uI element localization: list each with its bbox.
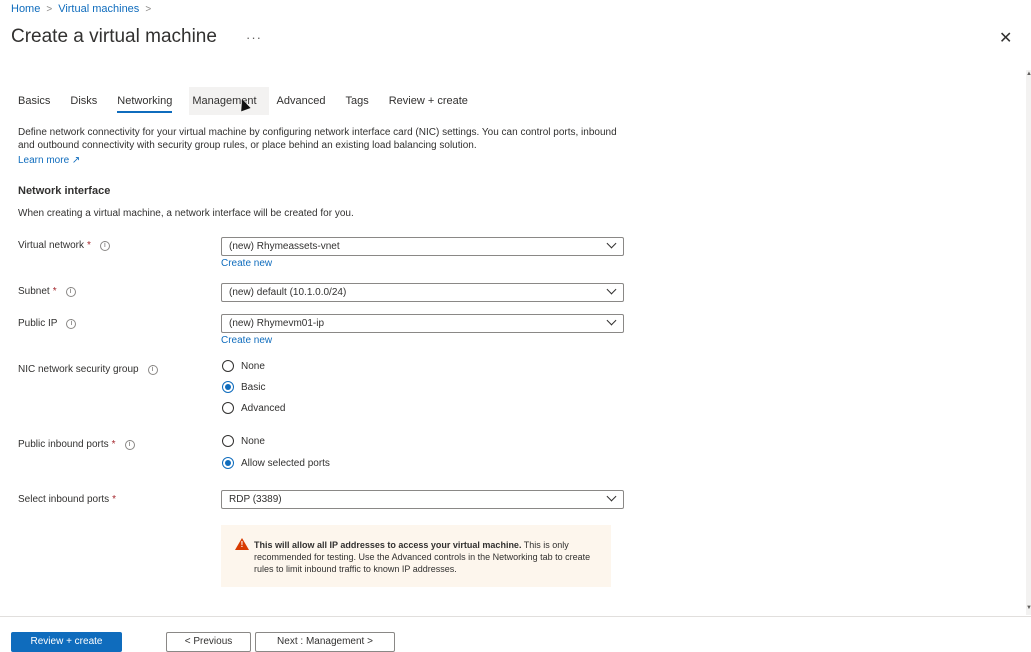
breadcrumb-separator: > [46,3,53,15]
info-icon[interactable]: i [66,318,77,329]
required-marker: * [52,286,57,297]
public-ip-select[interactable]: (new) Rhymevm01-ip [221,314,624,333]
chevron-down-icon [606,284,617,295]
required-marker: * [112,494,117,505]
select-inbound-ports-label-text: Select inbound ports [18,494,110,505]
tab-tags[interactable]: Tags [345,95,368,113]
inbound-option-allow-selected[interactable]: Allow selected ports [222,457,330,469]
more-options-icon[interactable]: ··· [246,30,262,45]
footer-divider [0,616,1031,617]
radio-label: None [241,435,265,447]
radio-circle[interactable] [222,457,234,469]
previous-button[interactable]: < Previous [166,632,251,652]
create-new-public-ip-link[interactable]: Create new [221,335,272,346]
nsg-option-advanced[interactable]: Advanced [222,402,285,414]
nic-nsg-label-text: NIC network security group [18,364,139,375]
tab-review-create[interactable]: Review + create [389,95,468,113]
info-icon[interactable]: i [99,240,110,251]
virtual-network-value: (new) Rhymeassets-vnet [229,241,340,252]
tab-networking[interactable]: Networking [117,95,173,113]
subnet-select[interactable]: (new) default (10.1.0.0/24) [221,283,624,302]
radio-label: Allow selected ports [241,457,330,469]
public-ip-label-text: Public IP [18,318,58,329]
inbound-ports-select[interactable]: RDP (3389) [221,490,624,509]
warning-bold-text: This will allow all IP addresses to acce… [254,540,522,550]
breadcrumb: Home > Virtual machines > [11,3,151,15]
public-inbound-ports-label: Public inbound ports * i [18,439,135,450]
radio-circle[interactable] [222,360,234,372]
external-link-icon: ↗ [71,155,81,166]
breadcrumb-virtual-machines[interactable]: Virtual machines [58,3,139,15]
network-interface-description: When creating a virtual machine, a netwo… [18,208,354,219]
public-ip-label: Public IP i [18,318,77,329]
tab-disks[interactable]: Disks [70,95,97,113]
virtual-network-select[interactable]: (new) Rhymeassets-vnet [221,237,624,256]
scroll-up-icon[interactable]: ▲ [1026,71,1031,77]
review-create-button[interactable]: Review + create [11,632,122,652]
tab-bar: Basics Disks Networking Management Advan… [18,95,488,113]
breadcrumb-home[interactable]: Home [11,3,40,15]
required-marker: * [111,439,116,450]
learn-more-label[interactable]: Learn more [18,155,69,166]
chevron-down-icon [606,315,617,326]
radio-label: Basic [241,381,266,393]
networking-description: Define network connectivity for your vir… [18,127,617,151]
virtual-network-label: Virtual network * i [18,240,110,251]
subnet-value: (new) default (10.1.0.0/24) [229,287,347,298]
subnet-label-text: Subnet [18,286,50,297]
close-icon[interactable]: ✕ [999,28,1012,48]
radio-circle[interactable] [222,402,234,414]
scrollbar[interactable] [1026,70,1031,615]
nsg-option-none[interactable]: None [222,360,265,372]
tab-basics[interactable]: Basics [18,95,50,113]
info-icon[interactable]: i [124,439,135,450]
page-title: Create a virtual machine [11,26,217,47]
public-inbound-ports-label-text: Public inbound ports [18,439,109,450]
warning-text: This will allow all IP addresses to acce… [254,539,604,575]
learn-more-link[interactable]: Learn more ↗ [18,155,80,166]
chevron-down-icon [606,238,617,249]
subnet-label: Subnet * i [18,286,76,297]
radio-circle[interactable] [222,435,234,447]
required-marker: * [86,240,91,251]
warning-exclamation: ! [240,540,244,549]
info-icon[interactable]: i [147,364,158,375]
tab-advanced[interactable]: Advanced [277,95,326,113]
inbound-option-none[interactable]: None [222,435,265,447]
info-icon[interactable]: i [65,286,76,297]
next-management-button[interactable]: Next : Management > [255,632,395,652]
scroll-down-icon[interactable]: ▼ [1026,605,1031,611]
radio-label: None [241,360,265,372]
radio-label: Advanced [241,402,286,414]
nic-nsg-label: NIC network security group i [18,364,158,375]
nsg-option-basic[interactable]: Basic [222,381,265,393]
radio-circle[interactable] [222,381,234,393]
network-interface-heading: Network interface [18,185,111,197]
virtual-network-label-text: Virtual network [18,240,84,251]
public-ip-value: (new) Rhymevm01-ip [229,318,325,329]
chevron-down-icon [606,491,617,502]
select-inbound-ports-label: Select inbound ports * [18,494,116,505]
create-new-vnet-link[interactable]: Create new [221,258,272,269]
breadcrumb-separator: > [145,3,152,15]
inbound-ports-value: RDP (3389) [229,494,282,505]
